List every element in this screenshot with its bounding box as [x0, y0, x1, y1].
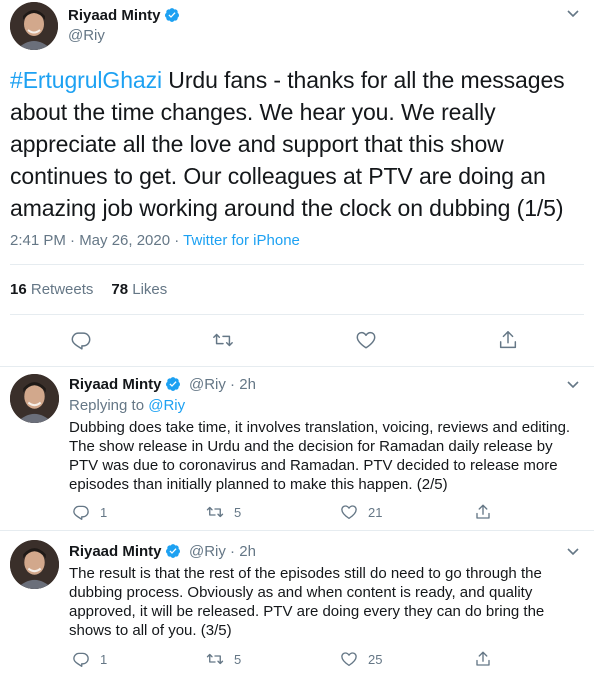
hashtag-link[interactable]: #ErtugrulGhazi — [10, 67, 162, 93]
retweet-count: 5 — [234, 504, 242, 520]
avatar-image — [10, 374, 59, 423]
tweet-text: #ErtugrulGhazi Urdu fans - thanks for al… — [10, 64, 580, 224]
avatar[interactable] — [10, 374, 59, 423]
verified-badge-icon — [165, 544, 180, 558]
retweet-button[interactable]: 5 — [206, 650, 241, 668]
replying-label: Replying to — [69, 397, 149, 414]
retweets-label[interactable]: Retweets — [27, 281, 94, 298]
timestamp[interactable]: 2:41 PM · May 26, 2020 · — [10, 232, 183, 249]
author-handle[interactable]: @Riy — [68, 27, 105, 44]
retweet-icon — [213, 333, 233, 347]
retweets-count[interactable]: 16 — [10, 281, 27, 298]
retweet-count: 5 — [234, 651, 242, 667]
main-tweet: Riyaad Minty @Riy #ErtugrulGhazi Urdu fa… — [0, 0, 594, 367]
like-button[interactable]: 21 — [340, 503, 382, 521]
like-count: 21 — [368, 504, 383, 520]
author-name-text[interactable]: Riyaad Minty — [69, 543, 162, 560]
chevron-down-icon[interactable] — [566, 547, 580, 557]
reply-button[interactable] — [70, 329, 92, 351]
retweet-icon — [206, 653, 224, 665]
author-name[interactable]: Riyaad Minty — [69, 543, 181, 560]
handle-and-time[interactable]: @Riy · 2h — [189, 376, 256, 393]
reply-icon — [71, 332, 91, 350]
like-button[interactable]: 25 — [340, 650, 382, 668]
author-name[interactable]: Riyaad Minty — [69, 376, 181, 393]
reply-icon — [73, 652, 89, 667]
reply-button[interactable]: 1 — [72, 650, 107, 668]
tweet-meta: 2:41 PM · May 26, 2020 · Twitter for iPh… — [10, 232, 300, 249]
chevron-down-icon[interactable] — [566, 380, 580, 390]
chevron-down-icon[interactable] — [566, 9, 580, 19]
avatar[interactable] — [10, 540, 59, 589]
author-name-text[interactable]: Riyaad Minty — [68, 7, 161, 24]
like-icon — [341, 652, 357, 667]
verified-badge-icon — [164, 8, 179, 22]
reply-button[interactable]: 1 — [72, 503, 107, 521]
reply-text: The result is that the rest of the episo… — [69, 565, 545, 639]
replying-to: Replying to @Riy — [69, 397, 185, 414]
replying-handle-link[interactable]: @Riy — [148, 397, 185, 414]
reply-count: 1 — [100, 651, 108, 667]
avatar-image — [10, 2, 58, 50]
share-button[interactable] — [474, 503, 502, 521]
like-count: 25 — [368, 651, 383, 667]
reply-tweet[interactable]: Riyaad Minty @Riy · 2h The result is tha… — [0, 531, 594, 680]
author-name[interactable]: Riyaad Minty — [68, 7, 180, 24]
source-link[interactable]: Twitter for iPhone — [183, 232, 300, 249]
share-button[interactable] — [497, 329, 519, 351]
like-button[interactable] — [355, 329, 377, 351]
share-icon — [499, 331, 517, 349]
retweet-button[interactable]: 5 — [206, 503, 241, 521]
divider — [10, 314, 584, 315]
likes-label[interactable]: Likes — [128, 281, 167, 298]
engagement-stats: 16 Retweets 78 Likes — [10, 281, 167, 298]
retweets-stat[interactable]: 16 Retweets — [10, 281, 93, 298]
share-button[interactable] — [474, 650, 502, 668]
divider — [10, 264, 584, 265]
like-icon — [356, 331, 376, 349]
share-icon — [476, 504, 490, 519]
share-icon — [476, 651, 490, 666]
reply-count: 1 — [100, 504, 108, 520]
retweet-icon — [206, 506, 224, 518]
likes-count[interactable]: 78 — [111, 281, 128, 298]
avatar[interactable] — [10, 2, 58, 50]
reply-text: Dubbing does take time, it involves tran… — [69, 419, 571, 493]
verified-badge-icon — [165, 377, 180, 391]
avatar-image — [10, 540, 59, 589]
handle-and-time[interactable]: @Riy · 2h — [189, 543, 256, 560]
likes-stat[interactable]: 78 Likes — [111, 281, 167, 298]
reply-icon — [73, 505, 89, 520]
author-name-text[interactable]: Riyaad Minty — [69, 376, 162, 393]
reply-tweet[interactable]: Riyaad Minty @Riy · 2h Replying to @Riy … — [0, 367, 594, 531]
retweet-button[interactable] — [212, 329, 234, 351]
like-icon — [341, 505, 357, 520]
